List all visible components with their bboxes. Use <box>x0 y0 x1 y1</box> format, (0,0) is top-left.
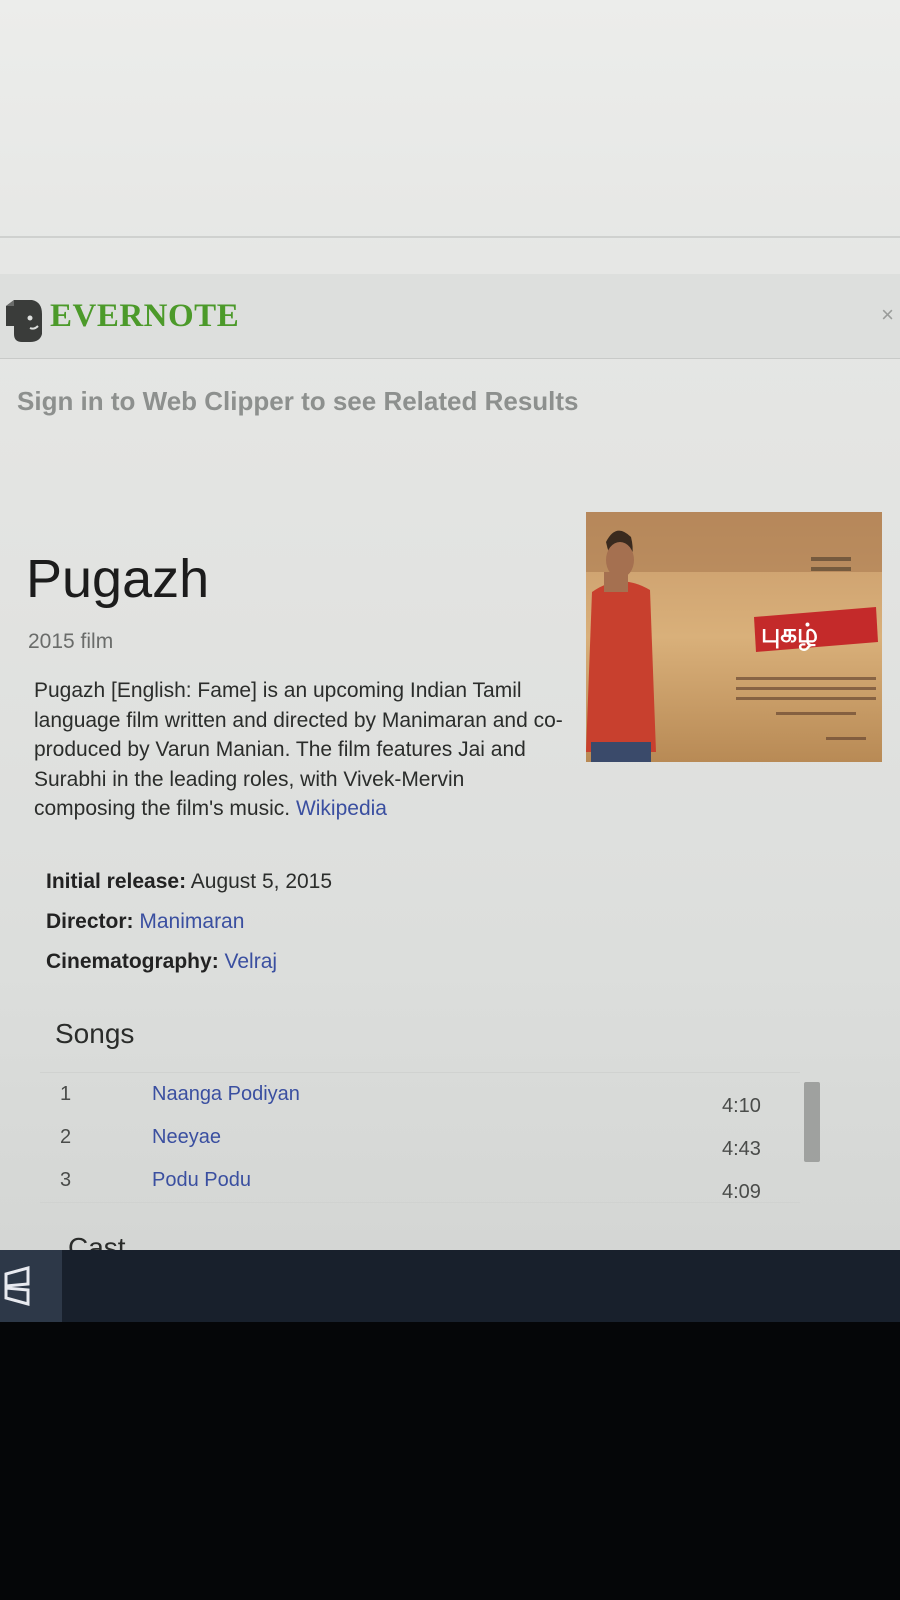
song-duration: 4:09 <box>722 1181 761 1203</box>
poster-title-text: புகழ் <box>761 619 818 651</box>
sign-in-message[interactable]: Sign in to Web Clipper to see Related Re… <box>17 386 579 417</box>
director-link[interactable]: Manimaran <box>139 910 244 933</box>
song-link[interactable]: Podu Podu <box>152 1169 251 1192</box>
divider <box>0 236 900 238</box>
windows-taskbar <box>0 1250 900 1322</box>
wikipedia-link[interactable]: Wikipedia <box>296 797 387 820</box>
song-link[interactable]: Naanga Podiyan <box>152 1083 300 1106</box>
cinematographer-link[interactable]: Velraj <box>225 950 278 973</box>
songs-scrollbar[interactable] <box>804 1082 820 1162</box>
fact-cinematography: Cinematography: Velraj <box>46 950 332 990</box>
song-duration: 4:10 <box>722 1095 761 1117</box>
song-number: 1 <box>60 1083 72 1105</box>
table-row[interactable]: 2 Neeyae 4:43 <box>40 1116 800 1160</box>
facts-list: Initial release: August 5, 2015 Director… <box>46 870 332 990</box>
description: Pugazh [English: Fame] is an upcoming In… <box>34 676 564 824</box>
songs-table: 1 Naanga Podiyan 4:10 2 Neeyae 4:43 3 Po… <box>40 1072 800 1203</box>
song-number: 2 <box>60 1126 72 1148</box>
song-link[interactable]: Neeyae <box>152 1126 221 1149</box>
evernote-header: EVERNOTE × <box>0 274 900 359</box>
evernote-elephant-icon <box>6 300 42 342</box>
table-row[interactable]: 3 Podu Podu 4:09 <box>40 1159 800 1203</box>
fact-value: August 5, 2015 <box>190 870 333 893</box>
fact-label: Director: <box>46 910 134 933</box>
fact-initial-release: Initial release: August 5, 2015 <box>46 870 332 910</box>
subtitle: 2015 film <box>28 630 114 653</box>
song-number: 3 <box>60 1169 72 1191</box>
start-button[interactable] <box>0 1250 62 1322</box>
poster-image: புகழ் <box>586 512 882 762</box>
fact-director: Director: Manimaran <box>46 910 332 950</box>
monitor-bezel <box>0 1322 900 1600</box>
song-duration: 4:43 <box>722 1138 761 1160</box>
fact-label: Cinematography: <box>46 950 219 973</box>
windows-start-icon <box>4 1266 30 1306</box>
close-icon[interactable]: × <box>881 302 894 328</box>
page-title: Pugazh <box>26 549 210 609</box>
songs-heading: Songs <box>55 1018 135 1049</box>
movie-poster[interactable]: புகழ் <box>586 512 882 762</box>
table-row[interactable]: 1 Naanga Podiyan 4:10 <box>40 1073 800 1117</box>
fact-label: Initial release: <box>46 870 187 893</box>
monitor-screen: EVERNOTE × Sign in to Web Clipper to see… <box>0 0 900 1285</box>
evernote-brand: EVERNOTE <box>50 298 240 334</box>
